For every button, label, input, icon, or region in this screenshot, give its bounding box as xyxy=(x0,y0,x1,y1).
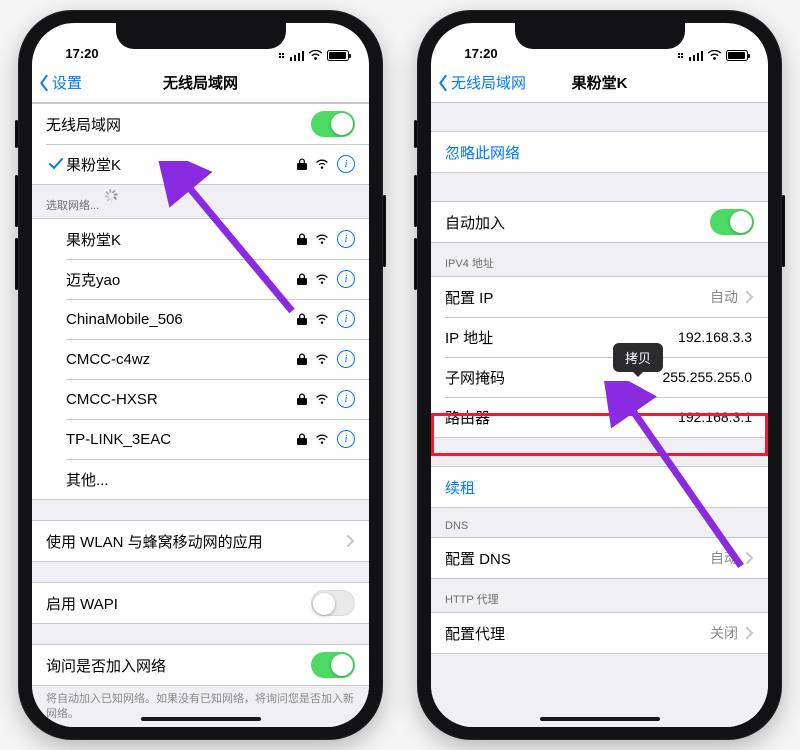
lock-icon xyxy=(297,158,307,170)
ip-address-row[interactable]: IP 地址 192.168.3.3 xyxy=(431,317,768,357)
configure-proxy-row[interactable]: 配置代理 关闭 xyxy=(431,613,768,653)
chevron-right-icon xyxy=(746,552,754,564)
phone-frame-right: 17:20 无线局域网 果粉堂K 忽略此网络 xyxy=(417,10,782,740)
lock-icon xyxy=(297,273,307,285)
notch xyxy=(515,23,685,49)
battery-icon xyxy=(327,50,349,61)
wifi-signal-icon xyxy=(315,394,329,405)
home-indicator[interactable] xyxy=(141,717,261,721)
dual-sim-icon xyxy=(279,53,284,58)
info-button[interactable]: i xyxy=(337,430,355,448)
ask-join-row[interactable]: 询问是否加入网络 xyxy=(32,645,369,685)
lock-icon xyxy=(297,313,307,325)
network-list: 果粉堂Ki 迈克yaoi ChinaMobile_506i CMCC-c4wzi… xyxy=(32,218,369,500)
ipv4-header: IPV4 地址 xyxy=(431,243,768,276)
wifi-status-icon xyxy=(308,50,323,61)
wifi-signal-icon xyxy=(315,434,329,445)
phone-frame-left: 17:20 设置 无线局域网 无线局域网 xyxy=(18,10,383,740)
copy-tooltip[interactable]: 拷贝 xyxy=(613,343,663,372)
checkmark-icon xyxy=(46,158,66,170)
status-time: 17:20 xyxy=(52,46,112,61)
home-indicator[interactable] xyxy=(540,717,660,721)
back-label: 无线局域网 xyxy=(451,72,526,93)
joined-network-row[interactable]: 果粉堂K i xyxy=(32,144,369,184)
network-row[interactable]: ChinaMobile_506i xyxy=(32,299,369,339)
choose-network-header: 选取网络... xyxy=(32,185,369,218)
chevron-left-icon xyxy=(437,74,449,92)
content-right[interactable]: 忽略此网络 自动加入 IPV4 地址 配置 IP 自动 IP 地址 xyxy=(431,103,768,727)
cellular-signal-icon xyxy=(290,51,305,61)
screen-right: 17:20 无线局域网 果粉堂K 忽略此网络 xyxy=(431,23,768,727)
info-button[interactable]: i xyxy=(337,230,355,248)
wifi-status-icon xyxy=(707,50,722,61)
spinner-icon xyxy=(105,199,118,212)
chevron-left-icon xyxy=(38,74,50,92)
wifi-toggle-label: 无线局域网 xyxy=(46,114,311,135)
dual-sim-icon xyxy=(678,53,683,58)
ask-join-switch[interactable] xyxy=(311,652,355,678)
auto-join-row[interactable]: 自动加入 xyxy=(431,202,768,242)
network-row[interactable]: 果粉堂Ki xyxy=(32,219,369,259)
forget-network-row[interactable]: 忽略此网络 xyxy=(431,132,768,172)
battery-icon xyxy=(726,50,748,61)
configure-ip-row[interactable]: 配置 IP 自动 xyxy=(431,277,768,317)
notch xyxy=(116,23,286,49)
navigation-bar: 设置 无线局域网 xyxy=(32,63,369,103)
network-row[interactable]: TP-LINK_3EACi xyxy=(32,419,369,459)
back-button[interactable]: 无线局域网 xyxy=(431,72,526,93)
subnet-row[interactable]: 子网掩码 255.255.255.0 xyxy=(431,357,768,397)
lock-icon xyxy=(297,353,307,365)
content-left[interactable]: 无线局域网 果粉堂K i 选取网络... xyxy=(32,103,369,727)
status-time: 17:20 xyxy=(451,46,511,61)
configure-dns-row[interactable]: 配置 DNS 自动 xyxy=(431,538,768,578)
screen-left: 17:20 设置 无线局域网 无线局域网 xyxy=(32,23,369,727)
wifi-toggle-row[interactable]: 无线局域网 xyxy=(32,104,369,144)
renew-lease-row[interactable]: 续租 xyxy=(431,467,768,507)
http-proxy-header: HTTP 代理 xyxy=(431,579,768,612)
wifi-signal-icon xyxy=(315,159,329,170)
chevron-right-icon xyxy=(746,291,754,303)
info-button[interactable]: i xyxy=(337,350,355,368)
dns-header: DNS xyxy=(431,508,768,537)
chevron-right-icon xyxy=(746,627,754,639)
other-network-row[interactable]: 其他... xyxy=(32,459,369,499)
wlan-apps-row[interactable]: 使用 WLAN 与蜂窝移动网的应用 xyxy=(32,521,369,561)
chevron-right-icon xyxy=(347,535,355,547)
network-row[interactable]: CMCC-c4wzi xyxy=(32,339,369,379)
wifi-signal-icon xyxy=(315,234,329,245)
info-button[interactable]: i xyxy=(337,270,355,288)
wapi-switch[interactable] xyxy=(311,590,355,616)
network-row[interactable]: CMCC-HXSRi xyxy=(32,379,369,419)
lock-icon xyxy=(297,433,307,445)
lock-icon xyxy=(297,393,307,405)
wifi-switch[interactable] xyxy=(311,111,355,137)
wifi-signal-icon xyxy=(315,314,329,325)
network-row[interactable]: 迈克yaoi xyxy=(32,259,369,299)
info-button[interactable]: i xyxy=(337,155,355,173)
ipv4-group: 配置 IP 自动 IP 地址 192.168.3.3 子网掩码 255.255.… xyxy=(431,276,768,438)
joined-network-name: 果粉堂K xyxy=(66,154,297,175)
navigation-bar: 无线局域网 果粉堂K xyxy=(431,63,768,103)
router-row[interactable]: 路由器 192.168.3.1 xyxy=(431,397,768,437)
cellular-signal-icon xyxy=(689,51,704,61)
wapi-row[interactable]: 启用 WAPI xyxy=(32,583,369,623)
back-button[interactable]: 设置 xyxy=(32,72,82,93)
back-label: 设置 xyxy=(52,72,82,93)
page-title: 无线局域网 xyxy=(32,72,369,93)
info-button[interactable]: i xyxy=(337,310,355,328)
wifi-signal-icon xyxy=(315,354,329,365)
auto-join-switch[interactable] xyxy=(710,209,754,235)
wifi-signal-icon xyxy=(315,274,329,285)
info-button[interactable]: i xyxy=(337,390,355,408)
lock-icon xyxy=(297,233,307,245)
